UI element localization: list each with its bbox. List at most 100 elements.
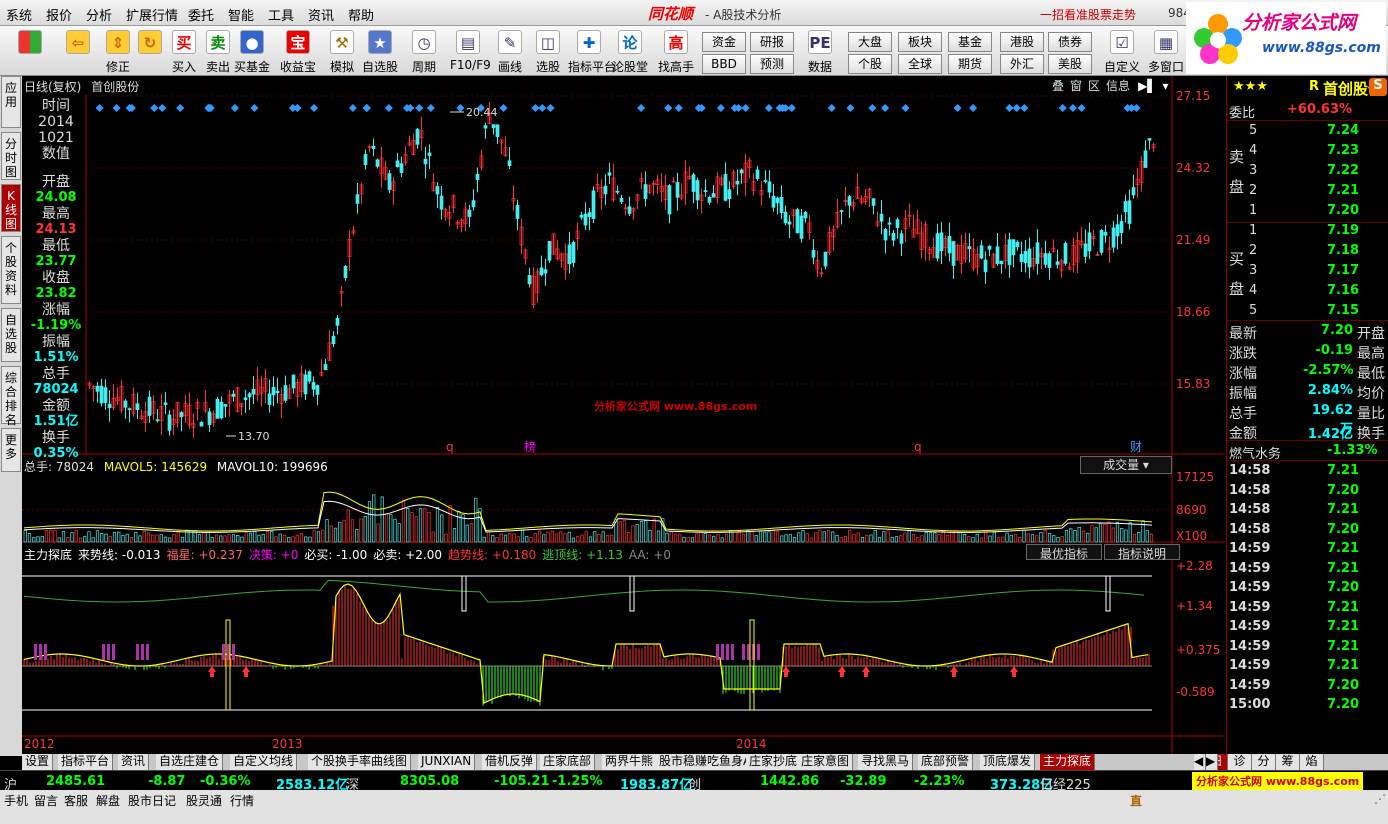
bottom-tab-3[interactable]: 自选庄建仓 bbox=[156, 754, 224, 770]
small-button-3[interactable]: 预测 bbox=[750, 54, 794, 74]
toolbar-button-7[interactable]: 宝收益宝 bbox=[280, 28, 316, 74]
bottom-tab-7[interactable]: 借机反弹 bbox=[482, 754, 538, 770]
menu-item-2[interactable]: 分析 bbox=[86, 5, 112, 24]
small-button-7[interactable]: 全球 bbox=[898, 54, 942, 74]
left-tab-3[interactable]: 个股资料 bbox=[1, 236, 21, 304]
left-tab-4[interactable]: 自选股 bbox=[1, 308, 21, 362]
toolbar-button-8[interactable]: ⚒ 模拟 bbox=[324, 28, 360, 74]
status-right-indicator[interactable]: 直 bbox=[1130, 792, 1142, 809]
bottom-tab-15[interactable]: 顶底爆发 bbox=[980, 754, 1036, 770]
bottom-tab-10[interactable]: 股市稳赚吃鱼身A bbox=[656, 754, 756, 770]
bottom-tab-0[interactable]: 设置 bbox=[22, 754, 54, 770]
small-button-12[interactable]: 债券 bbox=[1048, 32, 1092, 52]
right-tab-4[interactable]: 焰 bbox=[1300, 754, 1324, 770]
tab-scroll-right-icon[interactable]: ▶ bbox=[1206, 754, 1218, 770]
play-icon[interactable]: ▶▌ bbox=[1138, 79, 1156, 93]
ind-button-0[interactable]: 最优指标 bbox=[1026, 544, 1102, 561]
small-button-8[interactable]: 基金 bbox=[948, 32, 992, 52]
toolbar-button-19[interactable]: ▦ 多窗口 bbox=[1148, 28, 1184, 74]
index-promo[interactable]: 分析家公式网 www.88gs.com bbox=[1192, 772, 1364, 790]
toolbar-button-4[interactable]: 买买入 bbox=[166, 28, 202, 74]
left-tab-2[interactable]: K线图 bbox=[1, 184, 21, 232]
toolbar-button-1[interactable]: ⇦ bbox=[60, 28, 96, 74]
small-button-5[interactable]: 个股 bbox=[848, 54, 892, 74]
promo-link[interactable]: 一招看准股票走势 bbox=[1040, 6, 1136, 23]
kline-chart-area[interactable]: 27.15 24.32 21.49 18.66 15.83 20.44 13.70 q 榜 q 财 1… bbox=[22, 76, 1225, 756]
bottom-tab-11[interactable]: 庄家抄底 bbox=[746, 754, 802, 770]
toolbar-button-17[interactable]: PE 数据 bbox=[802, 28, 838, 74]
small-button-2[interactable]: 研报 bbox=[750, 32, 794, 52]
toolbar-button-11[interactable]: ▤ F10/F9 bbox=[450, 28, 491, 74]
small-button-10[interactable]: 港股 bbox=[1000, 32, 1044, 52]
status-item-6[interactable]: 行情 bbox=[230, 792, 254, 809]
bottom-tab-1[interactable]: 指标平台 bbox=[58, 754, 114, 770]
volume-bar bbox=[899, 535, 903, 543]
toolbar-button-10[interactable]: ◷ 周期 bbox=[406, 28, 442, 74]
volume-bar bbox=[155, 534, 159, 543]
small-button-9[interactable]: 期货 bbox=[948, 54, 992, 74]
tab-scroll-left-icon[interactable]: ◀ bbox=[1194, 754, 1206, 770]
menu-item-6[interactable]: 工具 bbox=[268, 5, 294, 24]
bottom-tab-9[interactable]: 两界牛熊 bbox=[602, 754, 658, 770]
menu-item-0[interactable]: 系统 bbox=[6, 5, 32, 24]
sohu-icon[interactable]: S bbox=[1369, 78, 1387, 96]
menu-item-7[interactable]: 资讯 bbox=[308, 5, 334, 24]
chart-button-1[interactable]: 窗 bbox=[1070, 77, 1082, 94]
toolbar-button-15[interactable]: 论论股堂 bbox=[612, 28, 648, 74]
small-button-13[interactable]: 美股 bbox=[1048, 54, 1092, 74]
left-tab-6[interactable]: 更多 bbox=[1, 428, 21, 472]
bottom-tab-5[interactable]: 个股换手率曲线图 bbox=[308, 754, 412, 770]
menu-item-8[interactable]: 帮助 bbox=[348, 5, 374, 24]
menu-item-3[interactable]: 扩展行情 bbox=[126, 5, 178, 24]
status-item-4[interactable]: 股市日记 bbox=[128, 792, 176, 809]
right-tab-2[interactable]: 分 bbox=[1252, 754, 1276, 770]
menu-item-4[interactable]: 委托 bbox=[188, 5, 214, 24]
menu-item-1[interactable]: 报价 bbox=[46, 5, 72, 24]
bottom-tab-4[interactable]: 自定义均线 bbox=[230, 754, 298, 770]
left-tab-1[interactable]: 分时图 bbox=[1, 132, 21, 180]
toolbar-button-6[interactable]: ● 买基金 bbox=[234, 28, 270, 74]
chart-button-2[interactable]: 区 bbox=[1088, 77, 1100, 94]
toolbar-button-18[interactable]: ☑ 自定义 bbox=[1104, 28, 1140, 74]
chart-header: 日线(复权) 首创股份 bbox=[24, 78, 139, 95]
small-button-11[interactable]: 外汇 bbox=[1000, 54, 1044, 74]
right-tab-1[interactable]: 诊 bbox=[1228, 754, 1252, 770]
bottom-tab-6[interactable]: JUNXIAN bbox=[418, 754, 476, 770]
toolbar-button-9[interactable]: ★ 自选股 bbox=[362, 28, 398, 74]
volume-dropdown[interactable]: 成交量 ▾ bbox=[1080, 456, 1172, 474]
volume-header: 总手: 78024 MAVOL5: 145629 MAVOL10: 199696 bbox=[24, 458, 328, 475]
left-tab-0[interactable]: 应用 bbox=[1, 76, 21, 128]
chart-canvas[interactable]: 27.15 24.32 21.49 18.66 15.83 20.44 13.70 q 榜 q 财 1… bbox=[22, 76, 1225, 756]
toolbar-button-14[interactable]: ✚ 指标平台 bbox=[568, 28, 616, 74]
bottom-tab-14[interactable]: 底部预警 bbox=[918, 754, 974, 770]
small-button-0[interactable]: 资金 bbox=[702, 32, 746, 52]
status-item-3[interactable]: 解盘 bbox=[96, 792, 120, 809]
menu-item-5[interactable]: 智能 bbox=[228, 5, 254, 24]
left-tab-5[interactable]: 综合排名 bbox=[1, 366, 21, 427]
chart-mode[interactable]: 日线(复权) bbox=[24, 80, 81, 94]
bottom-tab-12[interactable]: 庄家意图 bbox=[798, 754, 854, 770]
small-button-1[interactable]: BBD bbox=[702, 54, 746, 74]
toolbar-button-13[interactable]: ◫ 选股 bbox=[530, 28, 566, 74]
toolbar-button-5[interactable]: 卖卖出 bbox=[200, 28, 236, 74]
small-button-4[interactable]: 大盘 bbox=[848, 32, 892, 52]
status-item-2[interactable]: 客服 bbox=[64, 792, 88, 809]
right-tab-3[interactable]: 筹 bbox=[1276, 754, 1300, 770]
toolbar-button-0[interactable] bbox=[12, 28, 48, 74]
status-item-5[interactable]: 股灵通 bbox=[186, 792, 222, 809]
chart-button-0[interactable]: 叠 bbox=[1052, 77, 1064, 94]
toolbar-button-3[interactable]: ↻ bbox=[132, 28, 168, 74]
status-item-0[interactable]: 手机 bbox=[4, 792, 28, 809]
bottom-tab-16[interactable]: 主力探底 bbox=[1040, 754, 1096, 770]
bottom-tab-13[interactable]: 寻找黑马 bbox=[858, 754, 914, 770]
dropdown-icon[interactable]: ▾ bbox=[1163, 79, 1169, 93]
toolbar-button-16[interactable]: 高找高手 bbox=[658, 28, 694, 74]
small-button-6[interactable]: 板块 bbox=[898, 32, 942, 52]
toolbar-button-2[interactable]: ⇕ 修正 bbox=[100, 28, 136, 74]
status-item-1[interactable]: 留言 bbox=[34, 792, 58, 809]
chart-button-3[interactable]: 信息 bbox=[1106, 77, 1130, 94]
bottom-tab-2[interactable]: 资讯 bbox=[118, 754, 150, 770]
bottom-tab-8[interactable]: 庄家底部 bbox=[540, 754, 596, 770]
toolbar-button-12[interactable]: ✎ 画线 bbox=[492, 28, 528, 74]
ind-button-1[interactable]: 指标说明 bbox=[1104, 544, 1180, 561]
